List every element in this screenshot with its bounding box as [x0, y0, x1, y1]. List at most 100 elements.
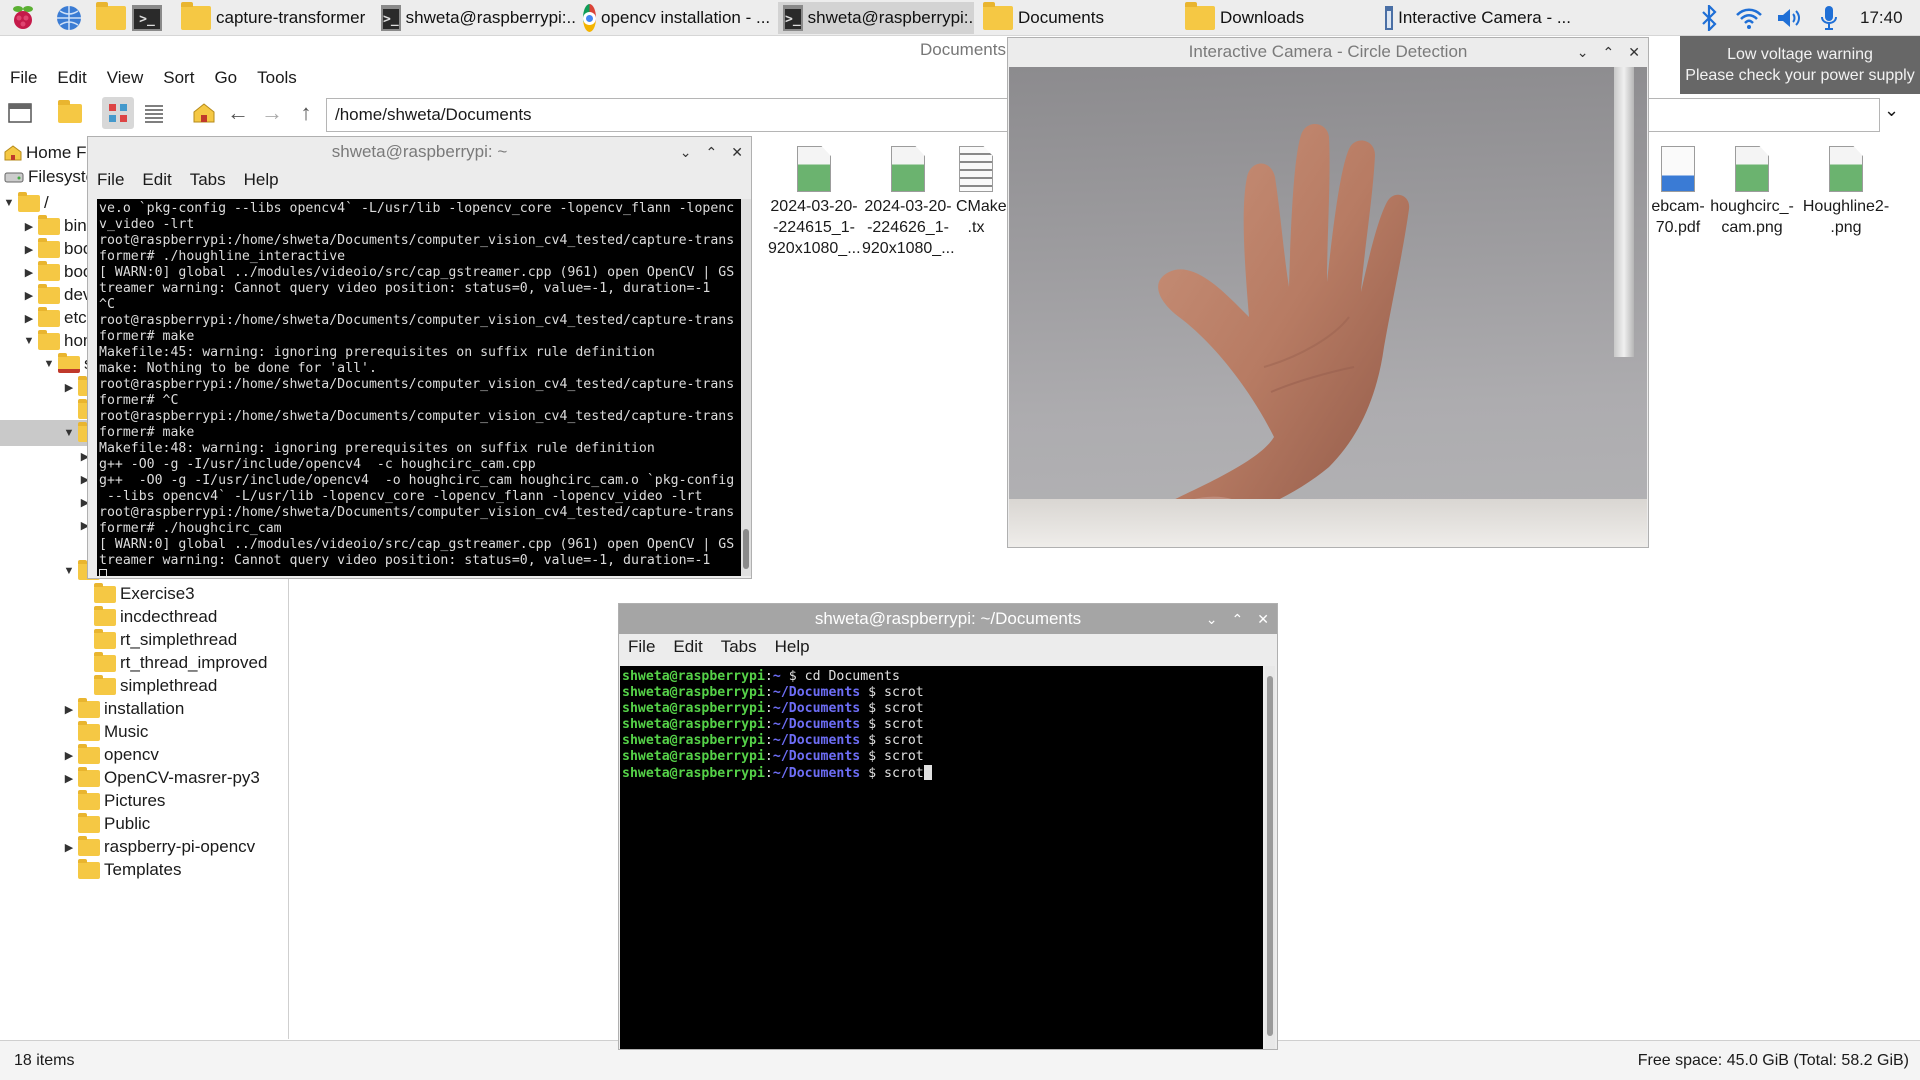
terminal-line: shweta@raspberrypi:~/Documents $ scrot [622, 685, 924, 700]
collapsed-arrow-icon[interactable]: ▶ [62, 703, 76, 716]
icon-view-icon[interactable] [102, 97, 134, 129]
file-item[interactable]: ebcam- 70.pdf [1650, 146, 1706, 238]
interactive-camera-window[interactable]: Interactive Camera - Circle Detection ⌄ … [1007, 37, 1649, 548]
collapsed-arrow-icon[interactable]: ▶ [22, 243, 36, 256]
maximize-icon[interactable]: ⌃ [1232, 604, 1244, 634]
task-label: Interactive Camera - ... [1398, 8, 1571, 27]
forward-arrow-icon[interactable]: → [256, 97, 288, 129]
taskbar: >_ capture-transformer >_ shweta@raspber… [0, 0, 1920, 36]
collapsed-arrow-icon[interactable]: ▶ [62, 772, 76, 785]
prompt-dir: ~/Documents [772, 733, 861, 748]
collapsed-arrow-icon[interactable]: ▶ [22, 312, 36, 325]
task-documents[interactable]: Documents [978, 2, 1174, 34]
expanded-arrow-icon[interactable]: ▼ [42, 358, 56, 370]
back-arrow-icon[interactable]: ← [222, 97, 254, 129]
terminal-window-documents[interactable]: shweta@raspberrypi: ~/Documents ⌄ ⌃ ✕ Fi… [618, 603, 1278, 1050]
menu-help[interactable]: Help [766, 634, 819, 660]
tree-item[interactable]: Templates [62, 857, 181, 883]
clock[interactable]: 17:40 [1860, 8, 1903, 28]
new-folder-icon[interactable] [54, 97, 86, 129]
file-item[interactable]: CMake .tx [956, 146, 1007, 238]
collapsed-arrow-icon[interactable]: ▶ [62, 749, 76, 762]
task-interactive-camera[interactable]: Interactive Camera - ... [1380, 2, 1576, 34]
tree-item-label: incdecthread [120, 607, 218, 626]
minimize-icon[interactable]: ⌄ [1206, 604, 1218, 634]
list-view-icon[interactable] [138, 97, 170, 129]
expanded-arrow-icon[interactable]: ▼ [62, 427, 76, 439]
collapsed-arrow-icon[interactable]: ▶ [22, 289, 36, 302]
menu-tools[interactable]: Tools [247, 66, 307, 90]
scrollbar[interactable] [741, 199, 751, 576]
tree-item-label: installation [104, 699, 185, 718]
file-item[interactable]: 2024-03-20- -224626_1- 920x1080_... [862, 146, 955, 259]
menu-edit[interactable]: Edit [47, 66, 96, 90]
menu-help[interactable]: Help [235, 167, 288, 193]
menu-tabs[interactable]: Tabs [712, 634, 766, 660]
menu-edit[interactable]: Edit [664, 634, 711, 660]
expanded-arrow-icon[interactable]: ▼ [22, 335, 36, 347]
task-label: Downloads [1220, 8, 1305, 27]
task-terminal-1[interactable]: >_ shweta@raspberrypi:... [376, 2, 576, 34]
place-home-folder[interactable]: Home Fo [4, 140, 96, 166]
menu-file[interactable]: File [0, 66, 47, 90]
terminal-output[interactable]: ve.o `pkg-config --libs opencv4` -L/usr/… [97, 199, 741, 576]
terminal-launcher-icon[interactable]: >_ [132, 3, 162, 33]
menu-file[interactable]: File [619, 634, 664, 660]
raspberry-menu-icon[interactable] [8, 3, 38, 33]
task-capture-transformer[interactable]: capture-transformer [176, 2, 372, 34]
collapsed-arrow-icon[interactable]: ▶ [62, 841, 76, 854]
low-voltage-warning[interactable]: Low voltage warning Please check your po… [1680, 36, 1920, 94]
scrollbar[interactable] [1265, 666, 1275, 1049]
up-arrow-icon[interactable]: ↑ [290, 97, 322, 129]
window-titlebar[interactable]: shweta@raspberrypi: ~/Documents ⌄ ⌃ ✕ [619, 604, 1277, 634]
task-terminal-2[interactable]: >_ shweta@raspberrypi:... [778, 2, 974, 34]
file-item[interactable]: houghcirc_- cam.png [1706, 146, 1798, 238]
file-item[interactable]: Houghline2- .png [1800, 146, 1892, 238]
folder-icon [94, 605, 116, 626]
close-icon[interactable]: ✕ [1628, 38, 1640, 66]
collapsed-arrow-icon[interactable]: ▶ [22, 266, 36, 279]
maximize-icon[interactable]: ⌃ [1603, 38, 1615, 66]
terminal-output[interactable]: shweta@raspberrypi:~ $ cd Documents shwet… [620, 666, 1263, 1049]
expanded-arrow-icon[interactable]: ▼ [62, 565, 76, 577]
item-count: 18 items [14, 1052, 75, 1069]
collapsed-arrow-icon[interactable]: ▶ [62, 381, 76, 394]
close-icon[interactable]: ✕ [731, 137, 743, 167]
new-window-icon[interactable] [4, 97, 36, 129]
chevron-down-icon[interactable]: ⌄ [1884, 100, 1899, 121]
tree-item-label: raspberry-pi-opencv [104, 837, 256, 856]
close-icon[interactable]: ✕ [1257, 604, 1269, 634]
file-name: ebcam- 70.pdf [1651, 198, 1705, 236]
menu-go[interactable]: Go [204, 66, 247, 90]
menu-view[interactable]: View [97, 66, 154, 90]
task-downloads[interactable]: Downloads [1180, 2, 1376, 34]
file-manager-title: Documents [920, 40, 1006, 59]
volume-icon[interactable] [1774, 3, 1804, 33]
terminal-window-home[interactable]: shweta@raspberrypi: ~ ⌄ ⌃ ✕ File Edit Ta… [87, 136, 752, 579]
terminal-icon: >_ [381, 5, 401, 31]
maximize-icon[interactable]: ⌃ [706, 137, 718, 167]
terminal-line: shweta@raspberrypi:~/Documents $ scrot [622, 701, 924, 716]
task-browser[interactable]: opencv installation - ... [578, 2, 774, 34]
chromium-icon [583, 4, 596, 32]
bluetooth-icon[interactable] [1694, 3, 1724, 33]
minimize-icon[interactable]: ⌄ [680, 137, 692, 167]
home-icon[interactable] [188, 97, 220, 129]
terminal-line: treamer warning: Cannot query video posi… [99, 553, 711, 568]
file-item[interactable]: 2024-03-20- -224615_1- 920x1080_... [768, 146, 861, 259]
microphone-icon[interactable] [1814, 3, 1844, 33]
folder-icon [78, 789, 100, 810]
web-browser-icon[interactable] [54, 3, 84, 33]
window-titlebar[interactable]: shweta@raspberrypi: ~ ⌄ ⌃ ✕ [88, 137, 751, 167]
expanded-arrow-icon[interactable]: ▼ [2, 197, 16, 209]
minimize-icon[interactable]: ⌄ [1577, 38, 1589, 66]
menu-sort[interactable]: Sort [153, 66, 204, 90]
menu-tabs[interactable]: Tabs [181, 167, 235, 193]
terminal-line: shweta@raspberrypi:~/Documents $ scrot [622, 749, 924, 764]
file-manager-icon[interactable] [96, 2, 126, 33]
menu-edit[interactable]: Edit [133, 167, 180, 193]
window-titlebar[interactable]: Interactive Camera - Circle Detection ⌄ … [1008, 38, 1648, 66]
collapsed-arrow-icon[interactable]: ▶ [22, 220, 36, 233]
menu-file[interactable]: File [88, 167, 133, 193]
wifi-icon[interactable] [1734, 3, 1764, 33]
